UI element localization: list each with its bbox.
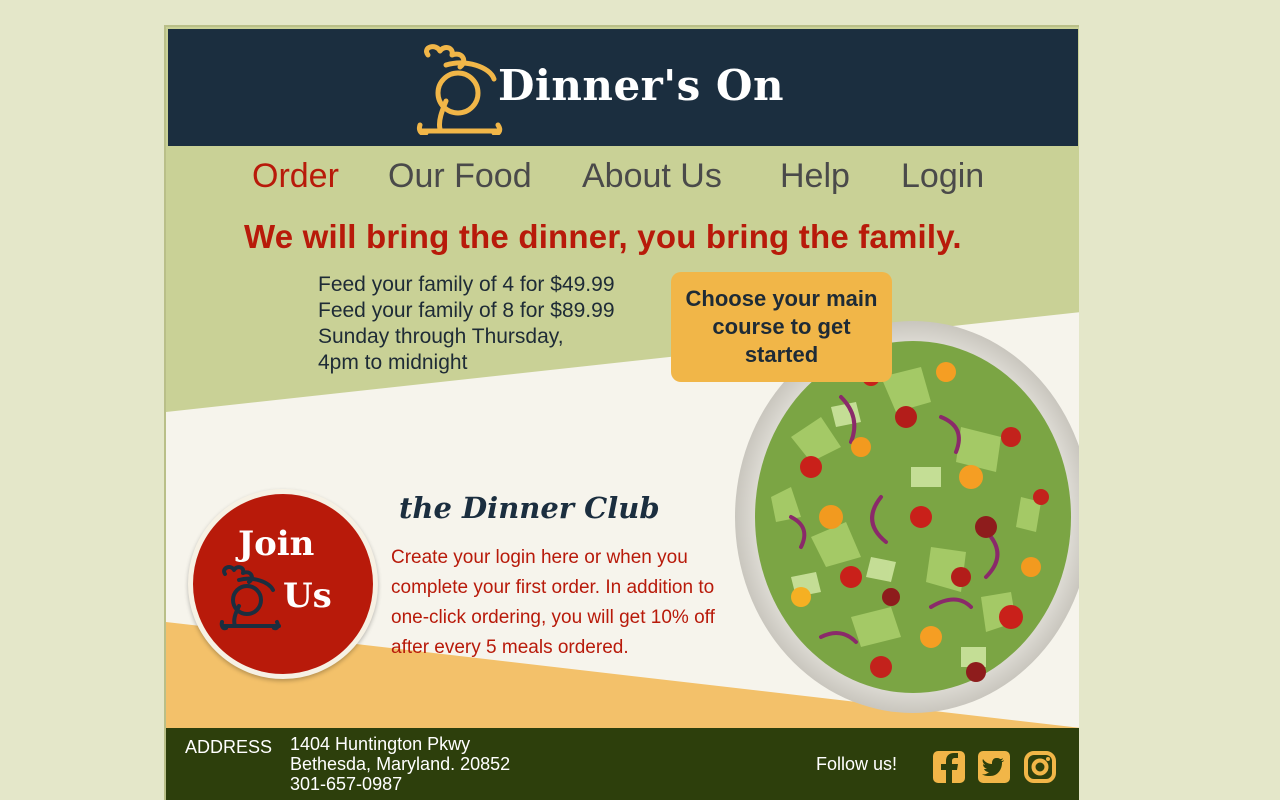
join-us-button[interactable]: Join Us bbox=[188, 489, 378, 679]
offer-line: Sunday through Thursday, bbox=[318, 325, 564, 348]
main-nav: Order Our Food About Us Help Login bbox=[166, 157, 1079, 201]
facebook-icon[interactable] bbox=[932, 750, 966, 784]
choose-main-course-button[interactable]: Choose your main course to get started bbox=[671, 272, 892, 382]
address-city: Bethesda, Maryland. 20852 bbox=[290, 754, 511, 774]
dinner-club-title: the Dinner Club bbox=[399, 491, 660, 525]
follow-us-label: Follow us! bbox=[816, 754, 898, 774]
address-phone[interactable]: 301-657-0987 bbox=[290, 774, 510, 794]
turkey-icon bbox=[219, 565, 281, 631]
address-block: 1404 Huntington Pkwy Bethesda, Maryland.… bbox=[290, 734, 510, 794]
join-word: Join bbox=[238, 524, 315, 564]
hero-tagline: We will bring the dinner, you bring the … bbox=[244, 218, 962, 255]
address-label: ADDRESS bbox=[185, 737, 273, 757]
nav-order[interactable]: Order bbox=[252, 157, 339, 196]
brand-name: Dinner's On bbox=[498, 61, 785, 110]
offer-line: Feed your family of 8 for $89.99 bbox=[318, 299, 615, 322]
offer-line: 4pm to midnight bbox=[318, 351, 468, 374]
us-word: Us bbox=[283, 576, 332, 616]
nav-help[interactable]: Help bbox=[780, 157, 850, 196]
site-header: Dinner's On bbox=[168, 29, 1078, 146]
nav-our-food[interactable]: Our Food bbox=[388, 157, 532, 196]
page: Dinner's On Order Our Food About Us Help… bbox=[164, 25, 1079, 800]
offer-list: Feed your family of 4 for $49.99 Feed yo… bbox=[318, 272, 615, 376]
offer-line: Feed your family of 4 for $49.99 bbox=[318, 273, 615, 296]
instagram-icon[interactable] bbox=[1023, 750, 1057, 784]
address-street: 1404 Huntington Pkwy bbox=[290, 734, 471, 754]
site-footer: ADDRESS 1404 Huntington Pkwy Bethesda, M… bbox=[166, 728, 1079, 800]
nav-login[interactable]: Login bbox=[901, 157, 984, 196]
dinner-club-description: Create your login here or when you compl… bbox=[391, 547, 715, 658]
logo-icon[interactable] bbox=[416, 41, 506, 135]
nav-about-us[interactable]: About Us bbox=[582, 157, 722, 196]
twitter-icon[interactable] bbox=[977, 750, 1011, 784]
